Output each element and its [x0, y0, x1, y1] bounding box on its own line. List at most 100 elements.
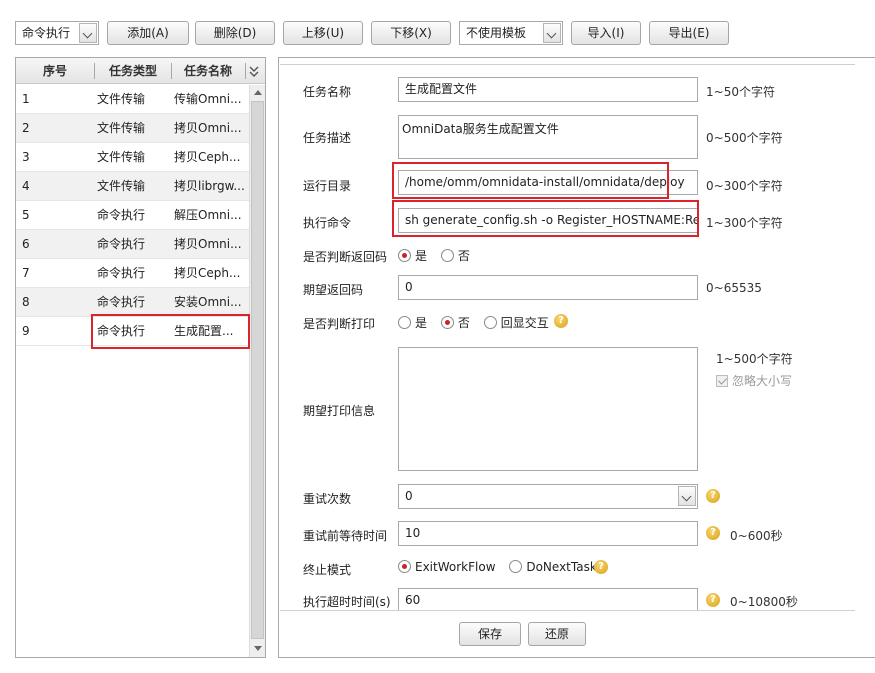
check-print-no-radio[interactable]: [440, 316, 454, 329]
row-number: 7: [22, 266, 30, 280]
stop-mode-label: 终止模式: [303, 563, 352, 577]
check-print-yes-radio[interactable]: [398, 316, 411, 329]
table-row[interactable]: 4 文件传输 拷贝librgw...: [16, 172, 249, 201]
delete-button[interactable]: 删除(D): [195, 21, 275, 45]
retry-wait-field[interactable]: 10: [398, 521, 698, 546]
form-scroll-area[interactable]: 任务名称 生成配置文件 1~50个字符 任务描述 OmniData服务生成配置文…: [280, 64, 855, 611]
chevron-down-icon: [79, 23, 97, 43]
ignore-case-checkbox[interactable]: 忽略大小写: [716, 372, 792, 389]
run-dir-label: 运行目录: [303, 179, 352, 193]
exec-timeout-hint: 0~10800秒: [730, 595, 798, 609]
exec-cmd-field[interactable]: sh generate_config.sh -o Register_HOSTNA…: [398, 208, 698, 233]
add-button[interactable]: 添加(A): [107, 21, 189, 45]
retry-count-select[interactable]: 0: [398, 484, 698, 509]
check-print-no-label[interactable]: 否: [458, 316, 470, 330]
stop-mode-next-radio[interactable]: [509, 560, 523, 573]
table-row[interactable]: 2 文件传输 拷贝Omni...: [16, 114, 249, 143]
scroll-down-arrow-icon[interactable]: [250, 641, 265, 656]
row-number: 6: [22, 237, 30, 251]
row-task-type: 命令执行: [97, 237, 146, 251]
table-row[interactable]: 5 命令执行 解压Omni...: [16, 201, 249, 230]
expected-print-label: 期望打印信息: [303, 404, 376, 418]
row-task-type: 命令执行: [97, 266, 146, 280]
task-table: 序号 任务类型 任务名称 1 文件传输 传输Omni... 2 文件传输 拷贝O…: [15, 57, 266, 658]
double-chevron-down-icon[interactable]: [247, 63, 261, 79]
column-header-type[interactable]: 任务类型: [95, 58, 171, 84]
retry-count-value: 0: [405, 489, 413, 503]
task-desc-label: 任务描述: [303, 131, 352, 145]
stop-mode-exit-radio[interactable]: [398, 560, 411, 573]
task-table-header: 序号 任务类型 任务名称: [16, 58, 265, 84]
stop-mode-exit-label[interactable]: ExitWorkFlow: [415, 560, 496, 574]
row-task-name: 安装Omni...: [174, 295, 242, 309]
table-row-selected[interactable]: 9 命令执行 生成配置...: [16, 317, 249, 346]
stop-mode-radio-group: ExitWorkFlow DoNextTask: [398, 560, 607, 578]
column-header-name[interactable]: 任务名称: [172, 58, 244, 84]
scrollbar-thumb[interactable]: [251, 101, 264, 639]
template-select-value: 不使用模板: [466, 26, 527, 40]
chevron-down-icon: [543, 23, 561, 43]
exec-cmd-label: 执行命令: [303, 216, 352, 230]
row-task-type: 文件传输: [97, 92, 146, 106]
task-name-hint: 1~50个字符: [706, 85, 775, 99]
task-name-field[interactable]: 生成配置文件: [398, 77, 698, 102]
help-icon[interactable]: ?: [594, 560, 608, 574]
check-return-radio-group: 是 否: [398, 247, 480, 265]
help-icon[interactable]: ?: [706, 593, 720, 607]
scroll-up-arrow-icon[interactable]: [250, 85, 265, 100]
retry-wait-label: 重试前等待时间: [303, 529, 388, 543]
stop-mode-next-label[interactable]: DoNextTask: [526, 560, 596, 574]
row-task-name: 拷贝librgw...: [174, 179, 245, 193]
task-desc-field[interactable]: OmniData服务生成配置文件: [398, 115, 698, 159]
ignore-case-label: 忽略大小写: [732, 374, 793, 388]
move-down-button[interactable]: 下移(X): [371, 21, 451, 45]
help-icon[interactable]: ?: [554, 314, 568, 328]
table-row[interactable]: 1 文件传输 传输Omni...: [16, 85, 249, 114]
run-dir-field[interactable]: /home/omm/omnidata-install/omnidata/depl…: [398, 170, 698, 195]
check-return-yes-radio[interactable]: [398, 249, 411, 262]
check-print-echo-label[interactable]: 回显交互: [501, 316, 549, 330]
import-button[interactable]: 导入(I): [571, 21, 641, 45]
row-number: 9: [22, 324, 30, 338]
row-task-name: 解压Omni...: [174, 208, 242, 222]
check-return-yes-label[interactable]: 是: [415, 249, 427, 263]
ignore-case-check-icon[interactable]: [716, 375, 728, 387]
chevron-down-icon[interactable]: [678, 486, 696, 507]
check-return-no-label[interactable]: 否: [458, 249, 470, 263]
row-task-type: 命令执行: [97, 324, 146, 338]
check-print-echo-radio[interactable]: [483, 316, 497, 329]
expected-return-field[interactable]: 0: [398, 275, 698, 300]
save-button[interactable]: 保存: [459, 622, 521, 646]
task-type-select[interactable]: 命令执行: [15, 21, 99, 45]
check-return-no-radio[interactable]: [440, 249, 454, 262]
row-task-name: 拷贝Omni...: [174, 121, 242, 135]
table-row[interactable]: 8 命令执行 安装Omni...: [16, 288, 249, 317]
help-icon[interactable]: ?: [706, 526, 720, 540]
exec-timeout-label: 执行超时时间(s): [303, 595, 391, 609]
row-number: 1: [22, 92, 30, 106]
check-return-label: 是否判断返回码: [303, 250, 388, 264]
row-task-name: 拷贝Ceph...: [174, 150, 241, 164]
column-header-no[interactable]: 序号: [16, 58, 94, 84]
reset-button[interactable]: 还原: [528, 622, 586, 646]
table-row[interactable]: 7 命令执行 拷贝Ceph...: [16, 259, 249, 288]
check-print-yes-label[interactable]: 是: [415, 316, 427, 330]
row-number: 5: [22, 208, 30, 222]
row-number: 8: [22, 295, 30, 309]
expected-print-field[interactable]: [398, 347, 698, 471]
move-up-button[interactable]: 上移(U): [283, 21, 363, 45]
task-desc-hint: 0~500个字符: [706, 131, 783, 145]
template-select[interactable]: 不使用模板: [459, 21, 563, 45]
exec-cmd-hint: 1~300个字符: [706, 216, 783, 230]
row-number: 3: [22, 150, 30, 164]
row-task-type: 文件传输: [97, 121, 146, 135]
exec-timeout-field[interactable]: 60: [398, 588, 698, 610]
row-task-type: 文件传输: [97, 179, 146, 193]
table-row[interactable]: 6 命令执行 拷贝Omni...: [16, 230, 249, 259]
vertical-scrollbar[interactable]: [249, 85, 265, 657]
help-icon[interactable]: ?: [706, 489, 720, 503]
table-row[interactable]: 3 文件传输 拷贝Ceph...: [16, 143, 249, 172]
expected-print-hint: 1~500个字符: [716, 352, 793, 366]
task-name-label: 任务名称: [303, 85, 352, 99]
export-button[interactable]: 导出(E): [649, 21, 729, 45]
